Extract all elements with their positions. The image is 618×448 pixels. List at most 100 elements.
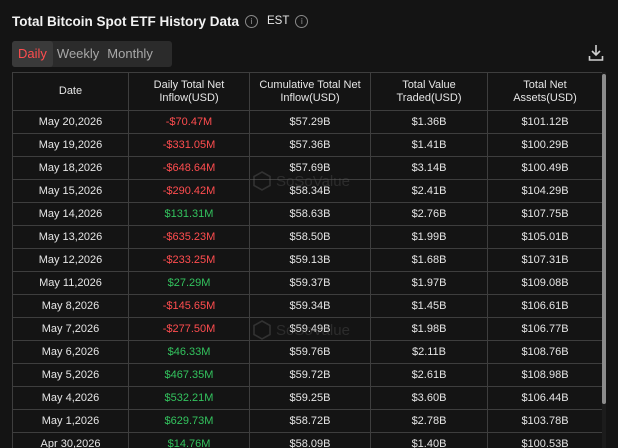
daily-inflow-cell: -$145.65M: [128, 294, 250, 318]
value-traded-cell: $1.36B: [370, 110, 488, 134]
table-row: May 8,2026 -$145.65M $59.34B $1.45B $106.61B: [12, 294, 602, 318]
daily-inflow-cell: -$648.64M: [128, 156, 250, 180]
tab-weekly[interactable]: Weekly: [53, 41, 103, 67]
net-assets-cell: $108.98B: [487, 363, 602, 387]
daily-inflow-cell: $27.29M: [128, 271, 250, 295]
daily-inflow-cell: -$277.50M: [128, 317, 250, 341]
date-cell: May 6,2026: [12, 340, 129, 364]
table-row: May 15,2026 -$290.42M $58.34B $2.41B $104.29…: [12, 179, 602, 203]
table-row: May 12,2026 -$233.25M $59.13B $1.68B $107.31…: [12, 248, 602, 272]
cumulative-inflow-cell: $59.76B: [249, 340, 371, 364]
cumulative-inflow-cell: $58.63B: [249, 202, 371, 226]
cumulative-inflow-cell: $57.29B: [249, 110, 371, 134]
table-row: May 13,2026 -$635.23M $58.50B $1.99B $105.01…: [12, 225, 602, 249]
date-cell: May 7,2026: [12, 317, 129, 341]
net-assets-cell: $100.49B: [487, 156, 602, 180]
date-cell: May 13,2026: [12, 225, 129, 249]
cumulative-inflow-cell: $59.25B: [249, 386, 371, 410]
etf-history-table: Date Daily Total Net Inflow(USD) Cumulat…: [12, 72, 602, 448]
value-traded-cell: $1.98B: [370, 317, 488, 341]
timezone-info-icon[interactable]: i: [295, 14, 309, 28]
net-assets-cell: $100.53B: [487, 432, 602, 448]
column-header-date[interactable]: Date: [12, 72, 129, 111]
cumulative-inflow-cell: $58.09B: [249, 432, 371, 448]
daily-inflow-cell: -$233.25M: [128, 248, 250, 272]
net-assets-cell: $105.01B: [487, 225, 602, 249]
table-row: May 7,2026 -$277.50M $59.49B $1.98B $106.77B: [12, 317, 602, 341]
net-assets-cell: $108.76B: [487, 340, 602, 364]
value-traded-cell: $2.76B: [370, 202, 488, 226]
value-traded-cell: $2.61B: [370, 363, 488, 387]
net-assets-cell: $100.29B: [487, 133, 602, 157]
daily-inflow-cell: $532.21M: [128, 386, 250, 410]
daily-inflow-cell: $14.76M: [128, 432, 250, 448]
table-row: Apr 30,2026 $14.76M $58.09B $1.40B $100.53B: [12, 432, 602, 448]
date-cell: Apr 30,2026: [12, 432, 129, 448]
tab-monthly[interactable]: Monthly: [103, 41, 157, 67]
timezone-label: EST: [267, 15, 290, 27]
table-row: May 18,2026 -$648.64M $57.69B $3.14B $100.49…: [12, 156, 602, 180]
info-icon[interactable]: i: [245, 14, 259, 28]
cumulative-inflow-cell: $59.13B: [249, 248, 371, 272]
daily-inflow-cell: -$290.42M: [128, 179, 250, 203]
daily-inflow-cell: -$635.23M: [128, 225, 250, 249]
date-cell: May 11,2026: [12, 271, 129, 295]
period-tabs: Daily Weekly Monthly: [12, 41, 172, 67]
download-icon[interactable]: [588, 44, 604, 62]
value-traded-cell: $1.41B: [370, 133, 488, 157]
cumulative-inflow-cell: $59.34B: [249, 294, 371, 318]
cumulative-inflow-cell: $58.34B: [249, 179, 371, 203]
cumulative-inflow-cell: $57.36B: [249, 133, 371, 157]
date-cell: May 5,2026: [12, 363, 129, 387]
column-header-value-traded[interactable]: Total Value Traded(USD): [370, 72, 488, 111]
date-cell: May 8,2026: [12, 294, 129, 318]
net-assets-cell: $109.08B: [487, 271, 602, 295]
value-traded-cell: $2.78B: [370, 409, 488, 433]
date-cell: May 4,2026: [12, 386, 129, 410]
cumulative-inflow-cell: $59.72B: [249, 363, 371, 387]
table-row: May 11,2026 $27.29M $59.37B $1.97B $109.08B: [12, 271, 602, 295]
net-assets-cell: $101.12B: [487, 110, 602, 134]
column-header-net-assets[interactable]: Total Net Assets(USD): [487, 72, 602, 111]
value-traded-cell: $1.97B: [370, 271, 488, 295]
date-cell: May 15,2026: [12, 179, 129, 203]
scrollbar-thumb[interactable]: [602, 74, 606, 404]
daily-inflow-cell: -$331.05M: [128, 133, 250, 157]
value-traded-cell: $3.14B: [370, 156, 488, 180]
date-cell: May 19,2026: [12, 133, 129, 157]
net-assets-cell: $107.75B: [487, 202, 602, 226]
net-assets-cell: $106.77B: [487, 317, 602, 341]
cumulative-inflow-cell: $58.72B: [249, 409, 371, 433]
table-header-row: Date Daily Total Net Inflow(USD) Cumulat…: [12, 72, 602, 111]
cumulative-inflow-cell: $57.69B: [249, 156, 371, 180]
header: Total Bitcoin Spot ETF History Data i ES…: [12, 11, 309, 31]
cumulative-inflow-cell: $58.50B: [249, 225, 371, 249]
net-assets-cell: $107.31B: [487, 248, 602, 272]
net-assets-cell: $106.44B: [487, 386, 602, 410]
value-traded-cell: $1.45B: [370, 294, 488, 318]
date-cell: May 1,2026: [12, 409, 129, 433]
value-traded-cell: $3.60B: [370, 386, 488, 410]
daily-inflow-cell: $131.31M: [128, 202, 250, 226]
value-traded-cell: $2.11B: [370, 340, 488, 364]
net-assets-cell: $103.78B: [487, 409, 602, 433]
column-header-cumulative-inflow[interactable]: Cumulative Total Net Inflow(USD): [249, 72, 371, 111]
value-traded-cell: $1.68B: [370, 248, 488, 272]
net-assets-cell: $104.29B: [487, 179, 602, 203]
table-row: May 1,2026 $629.73M $58.72B $2.78B $103.78B: [12, 409, 602, 433]
value-traded-cell: $1.99B: [370, 225, 488, 249]
page-title: Total Bitcoin Spot ETF History Data: [12, 13, 240, 29]
column-header-daily-inflow[interactable]: Daily Total Net Inflow(USD): [128, 72, 250, 111]
daily-inflow-cell: $629.73M: [128, 409, 250, 433]
daily-inflow-cell: -$70.47M: [128, 110, 250, 134]
value-traded-cell: $1.40B: [370, 432, 488, 448]
date-cell: May 12,2026: [12, 248, 129, 272]
tab-daily[interactable]: Daily: [12, 41, 53, 67]
table-row: May 4,2026 $532.21M $59.25B $3.60B $106.44B: [12, 386, 602, 410]
date-cell: May 18,2026: [12, 156, 129, 180]
cumulative-inflow-cell: $59.37B: [249, 271, 371, 295]
table-row: May 19,2026 -$331.05M $57.36B $1.41B $100.29…: [12, 133, 602, 157]
date-cell: May 14,2026: [12, 202, 129, 226]
date-cell: May 20,2026: [12, 110, 129, 134]
daily-inflow-cell: $467.35M: [128, 363, 250, 387]
